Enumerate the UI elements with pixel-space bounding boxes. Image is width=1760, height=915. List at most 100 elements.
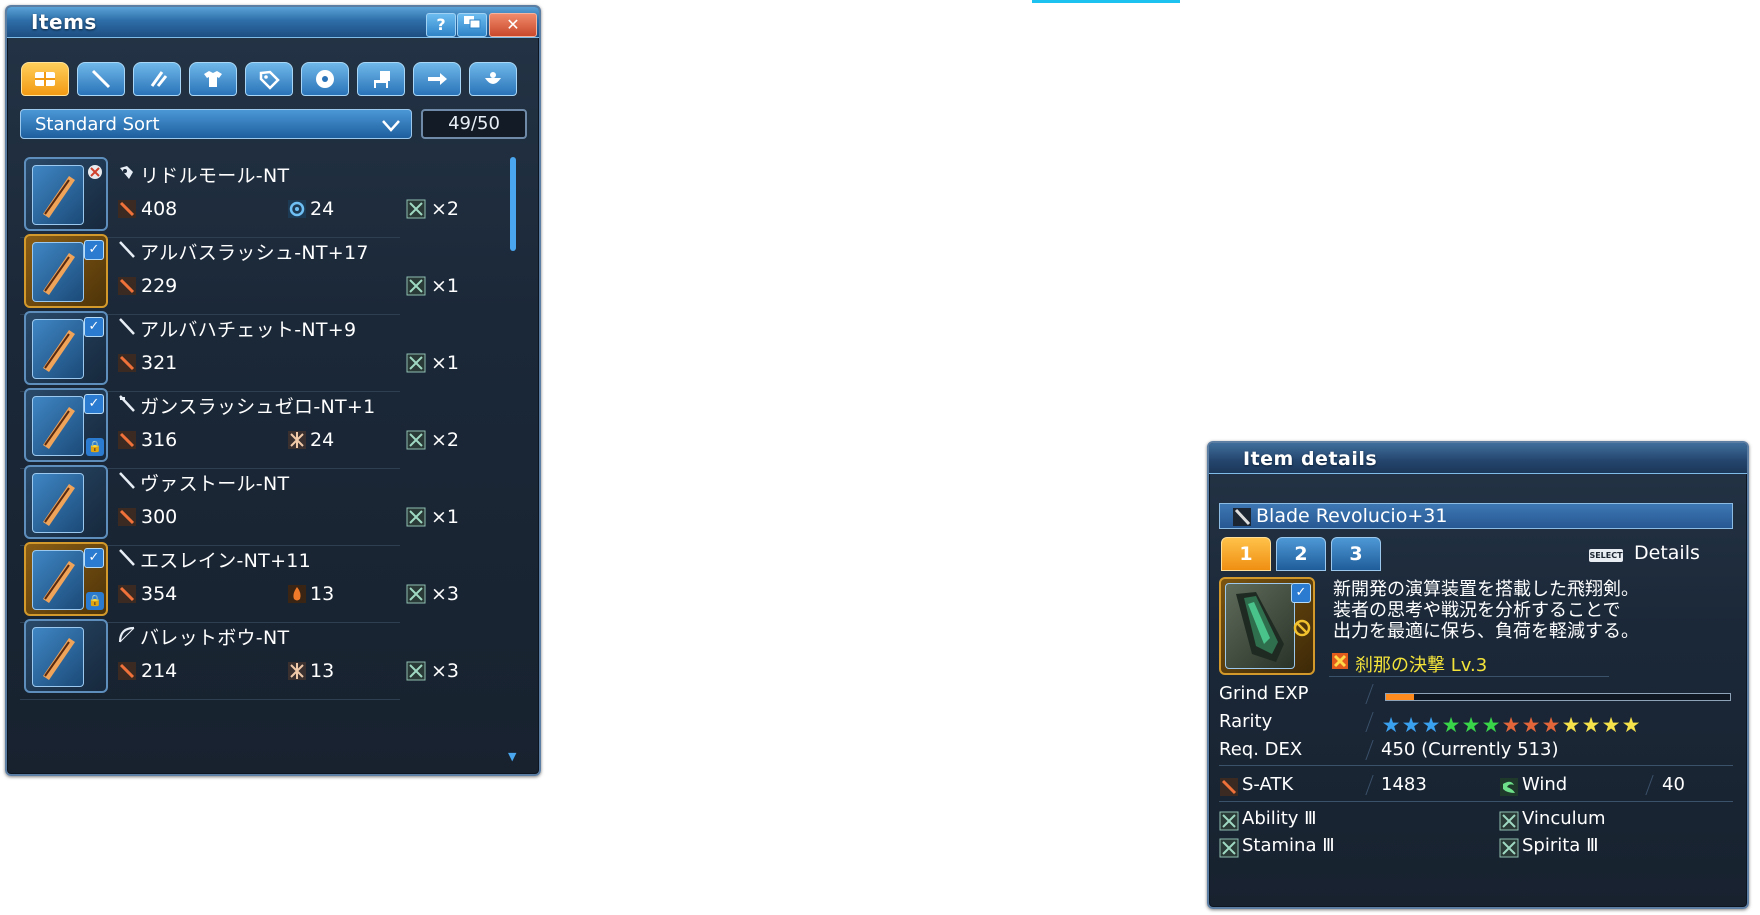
scrollbar[interactable]: ▼ (508, 151, 516, 763)
equipped-check-icon: ✓ (1291, 583, 1311, 603)
game-screen: Items ? ✕ Standard Sort 49/50 リドルモール-NT … (0, 0, 1760, 915)
item-thumbnail (24, 465, 108, 539)
attack-icon (117, 584, 137, 604)
scroll-down-arrow[interactable]: ▼ (508, 750, 516, 763)
element-value: 40 (1662, 774, 1685, 795)
element-label: Wind (1522, 774, 1568, 795)
ability-slot-icon (1499, 811, 1519, 831)
category-tab-consumables[interactable] (469, 62, 517, 96)
slot-icon (406, 276, 426, 296)
description-line: 新開発の演算装置を搭載した飛翔剣。 (1333, 579, 1639, 600)
rarity-label: Rarity (1219, 711, 1273, 732)
potential-text: 刹那の決撃 Lv.3 (1355, 655, 1488, 676)
satk-value: 1483 (1381, 774, 1427, 795)
page-tab-2[interactable]: 2 (1276, 537, 1326, 571)
item-slots: ×1 (431, 275, 460, 297)
scrollbar-thumb[interactable] (510, 157, 516, 251)
slot-icon (406, 661, 426, 681)
ability-slot-icon (1219, 811, 1239, 831)
room-item-icon (374, 71, 390, 88)
page-tab-1[interactable]: 1 (1221, 537, 1271, 571)
category-tab-discs[interactable] (301, 62, 349, 96)
item-thumbnail: ✓ (24, 234, 108, 308)
category-tab-all[interactable] (21, 62, 69, 96)
rarity-star-icon: ★ (1621, 713, 1641, 737)
sword-type-icon (1233, 508, 1251, 526)
checkmark-icon: ✓ (84, 394, 104, 414)
weapon-image (32, 396, 84, 456)
top-highlight-strip (1032, 0, 1180, 3)
light-element-icon (287, 199, 307, 219)
item-slots: ×3 (431, 583, 460, 605)
details-titlebar[interactable]: Item details (1209, 443, 1747, 474)
page-tab-3[interactable]: 3 (1331, 537, 1381, 571)
item-thumbnail (24, 157, 108, 231)
sort-dropdown[interactable]: Standard Sort (20, 109, 412, 139)
req-dex-value: 450 (Currently 513) (1381, 739, 1559, 760)
category-tab-dual-blades[interactable] (133, 62, 181, 96)
potential-ability[interactable]: 刹那の決撃 Lv.3 (1333, 651, 1487, 677)
help-button[interactable]: ? (426, 13, 456, 37)
item-row[interactable]: ✓ アルバハチェット-NT+9 321 ×1 (20, 305, 459, 392)
category-tab-armor[interactable] (189, 62, 237, 96)
checkmark-icon: ✓ (84, 317, 104, 337)
rarity-star-icon: ★ (1501, 713, 1521, 737)
category-tab-tags[interactable] (245, 62, 293, 96)
inventory-capacity: 49/50 (421, 109, 527, 139)
category-tabs (21, 62, 531, 98)
item-row[interactable]: リドルモール-NT 408 24 ×2 (20, 151, 459, 238)
item-row[interactable]: ✓ アルバスラッシュ-NT+17 229 ×1 (20, 228, 459, 315)
ability-slot-2: Vinculum (1522, 808, 1606, 829)
divider (1365, 712, 1374, 732)
wand-icon (117, 163, 137, 183)
divider (1365, 684, 1374, 704)
ability-slot-4: Spirita Ⅲ (1522, 835, 1599, 856)
category-tab-room[interactable] (357, 62, 405, 96)
divider (1365, 775, 1374, 795)
item-element-value: 24 (310, 429, 335, 451)
ability-slot-3: Stamina Ⅲ (1242, 835, 1335, 856)
fire-element-icon (287, 584, 307, 604)
satk-icon (1220, 778, 1238, 796)
item-thumbnail (24, 619, 108, 693)
rarity-star-icon: ★ (1581, 713, 1601, 737)
item-row[interactable]: ✓ 🔒 エスレイン-NT+11 354 13 ×3 (20, 536, 459, 623)
category-tab-swords[interactable] (77, 62, 125, 96)
window-mode-button[interactable] (457, 13, 487, 37)
item-name-bar: Blade Revolucio+31 (1219, 503, 1733, 529)
divider (1645, 775, 1654, 795)
rarity-star-icon: ★ (1381, 713, 1401, 737)
rarity-star-icon: ★ (1541, 713, 1561, 737)
satk-label: S-ATK (1242, 774, 1294, 795)
item-slots: ×2 (431, 429, 460, 451)
category-tab-move[interactable] (413, 62, 461, 96)
item-element-value: 13 (310, 583, 335, 605)
tag-icon (259, 70, 280, 90)
weapon-image (32, 550, 84, 610)
double-blade-icon (150, 71, 168, 87)
no-trade-icon (1293, 619, 1311, 637)
item-row[interactable]: バレットボウ-NT 214 13 ×3 (20, 613, 459, 700)
weapon-image (32, 242, 84, 302)
rarity-star-icon: ★ (1401, 713, 1421, 737)
chevron-down-icon (382, 120, 400, 132)
no-edit-icon (88, 165, 102, 179)
rarity-star-icon: ★ (1601, 713, 1621, 737)
rarity-star-icon: ★ (1481, 713, 1501, 737)
attack-icon (117, 661, 137, 681)
attack-icon (117, 276, 137, 296)
weapon-image (32, 473, 84, 533)
close-button[interactable]: ✕ (489, 13, 537, 37)
items-titlebar[interactable]: Items ? ✕ (7, 7, 539, 38)
item-element-value: 13 (310, 660, 335, 682)
item-element-value: 24 (310, 198, 335, 220)
lock-icon: 🔒 (86, 592, 104, 610)
description-line: 装者の思考や戦況を分析することで (1333, 600, 1621, 621)
rarity-star-icon: ★ (1561, 713, 1581, 737)
ability-slot-icon (1499, 838, 1519, 858)
details-button[interactable]: Details (1634, 542, 1700, 564)
item-row[interactable]: ✓ 🔒 ガンスラッシュゼロ-NT+1 316 24 ×2 (20, 382, 459, 469)
item-row[interactable]: ヴァストール-NT 300 ×1 (20, 459, 459, 546)
item-name: アルバハチェット-NT+9 (140, 319, 357, 341)
bow-icon (117, 625, 137, 645)
